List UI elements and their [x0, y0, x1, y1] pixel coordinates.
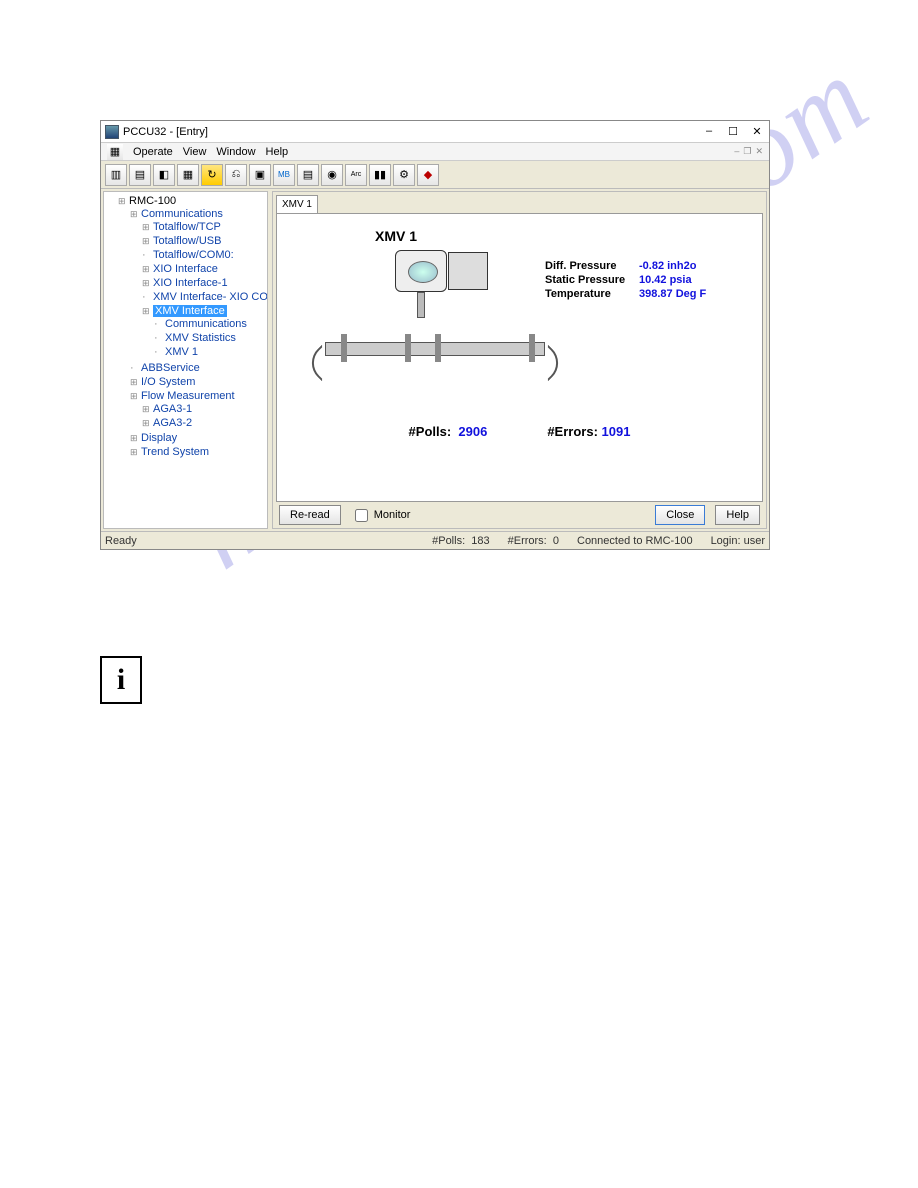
menubar: ▦ Operate View Window Help – ❐ ✕: [101, 143, 769, 161]
tree-xmv-1[interactable]: XMV 1: [165, 346, 198, 358]
toolbar-refresh-button[interactable]: ↻: [201, 164, 223, 186]
toolbar-button-7[interactable]: ▣: [249, 164, 271, 186]
status-errors-value: 0: [553, 535, 559, 547]
status-connected: Connected to RMC-100: [577, 535, 693, 547]
toolbar-archive-button[interactable]: Arc: [345, 164, 367, 186]
help-button[interactable]: Help: [715, 505, 760, 525]
sp-label: Static Pressure: [545, 274, 639, 286]
flange-icon: [405, 334, 411, 362]
info-icon: i: [100, 656, 142, 704]
counts-row: #Polls: 2906 #Errors: 1091: [285, 424, 754, 439]
doc-restore-button[interactable]: ❐: [743, 146, 751, 157]
tree-xmv-communications[interactable]: Communications: [165, 318, 247, 330]
tab-xmv1[interactable]: XMV 1: [276, 195, 318, 213]
toolbar-button-12[interactable]: ▮▮: [369, 164, 391, 186]
tree-aga3-1[interactable]: AGA3-1: [153, 403, 192, 415]
device-drawing: [285, 250, 545, 410]
tree-totalflow-usb[interactable]: Totalflow/USB: [153, 235, 221, 247]
main-panel: XMV 1 XMV 1: [272, 191, 767, 529]
tree-flow-measurement[interactable]: Flow Measurement: [141, 390, 235, 402]
window-close-button[interactable]: ✕: [749, 125, 765, 138]
tree-io-system[interactable]: I/O System: [141, 376, 195, 388]
window-maximize-button[interactable]: ☐: [725, 125, 741, 138]
tree-xio-interface-1[interactable]: XIO Interface-1: [153, 277, 228, 289]
tree-xio-interface[interactable]: XIO Interface: [153, 263, 218, 275]
tree-trend-system[interactable]: Trend System: [141, 446, 209, 458]
tree-xmv-interface[interactable]: XMV Interface: [153, 305, 227, 317]
tree-display[interactable]: Display: [141, 432, 177, 444]
doc-close-button[interactable]: ✕: [755, 146, 763, 157]
toolbar-help-button[interactable]: ◆: [417, 164, 439, 186]
status-bar: Ready #Polls: 183 #Errors: 0 Connected t…: [101, 531, 769, 549]
dp-value: -0.82 inh2o: [639, 260, 696, 272]
tree-communications[interactable]: Communications: [141, 208, 223, 220]
tree-xmv-interface-xio[interactable]: XMV Interface- XIO COM2: [153, 291, 268, 303]
toolbar-button-1[interactable]: ▥: [105, 164, 127, 186]
flange-icon: [435, 334, 441, 362]
toolbar-button-4[interactable]: ▦: [177, 164, 199, 186]
status-polls-label: #Polls:: [432, 535, 465, 547]
menu-view[interactable]: View: [183, 146, 207, 158]
polls-label: #Polls:: [409, 424, 452, 439]
toolbar-button-6[interactable]: ⎌: [225, 164, 247, 186]
button-bar: Re-read Monitor Close Help: [273, 502, 766, 528]
flange-icon: [341, 334, 347, 362]
tree-xmv-statistics[interactable]: XMV Statistics: [165, 332, 236, 344]
nav-tree[interactable]: RMC-100 Communications Totalflow/TCP Tot…: [103, 191, 268, 529]
close-button[interactable]: Close: [655, 505, 705, 525]
toolbar-button-10[interactable]: ◉: [321, 164, 343, 186]
temp-label: Temperature: [545, 288, 639, 300]
monitor-checkbox[interactable]: Monitor: [351, 506, 411, 525]
junction-box-icon: [448, 252, 488, 290]
body-split: RMC-100 Communications Totalflow/TCP Tot…: [101, 189, 769, 531]
toolbar-mb-button[interactable]: MB: [273, 164, 295, 186]
menu-help[interactable]: Help: [266, 146, 289, 158]
measurements: Diff. Pressure-0.82 inh2o Static Pressur…: [545, 258, 706, 302]
polls-value: 2906: [458, 424, 487, 439]
xmv-title: XMV 1: [375, 228, 754, 244]
window-minimize-button[interactable]: –: [701, 125, 717, 138]
tree-aga3-2[interactable]: AGA3-2: [153, 417, 192, 429]
content-area: XMV 1 Diff. Pres: [276, 213, 763, 502]
dp-label: Diff. Pressure: [545, 260, 639, 272]
menu-operate[interactable]: Operate: [133, 146, 173, 158]
tree-root[interactable]: RMC-100: [129, 195, 176, 207]
toolbar-button-3[interactable]: ◧: [153, 164, 175, 186]
window-title: PCCU32 - [Entry]: [123, 126, 208, 138]
transmitter-icon: [395, 250, 447, 292]
status-errors-label: #Errors:: [508, 535, 547, 547]
errors-label: #Errors:: [547, 424, 598, 439]
status-ready: Ready: [105, 535, 137, 547]
toolbar-setup-button[interactable]: ⚙: [393, 164, 415, 186]
menu-icon: ▦: [107, 144, 123, 160]
app-icon: [105, 125, 119, 139]
tree-totalflow-tcp[interactable]: Totalflow/TCP: [153, 221, 221, 233]
reread-button[interactable]: Re-read: [279, 505, 341, 525]
status-polls-value: 183: [471, 535, 489, 547]
sp-value: 10.42 psia: [639, 274, 692, 286]
doc-minimize-button[interactable]: –: [734, 146, 739, 157]
tree-abbservice[interactable]: ABBService: [141, 362, 200, 374]
titlebar: PCCU32 - [Entry] – ☐ ✕: [101, 121, 769, 143]
toolbar-button-9[interactable]: ▤: [297, 164, 319, 186]
tree-totalflow-com0[interactable]: Totalflow/COM0:: [153, 249, 234, 261]
status-login: Login: user: [711, 535, 765, 547]
menu-window[interactable]: Window: [216, 146, 255, 158]
monitor-label: Monitor: [374, 509, 411, 521]
toolbar: ▥ ▤ ◧ ▦ ↻ ⎌ ▣ MB ▤ ◉ Arc ▮▮ ⚙ ◆: [101, 161, 769, 189]
stem-icon: [417, 292, 425, 318]
temp-value: 398.87 Deg F: [639, 288, 706, 300]
toolbar-button-2[interactable]: ▤: [129, 164, 151, 186]
app-window: PCCU32 - [Entry] – ☐ ✕ ▦ Operate View Wi…: [100, 120, 770, 550]
errors-value: 1091: [602, 424, 631, 439]
monitor-checkbox-input[interactable]: [355, 509, 368, 522]
